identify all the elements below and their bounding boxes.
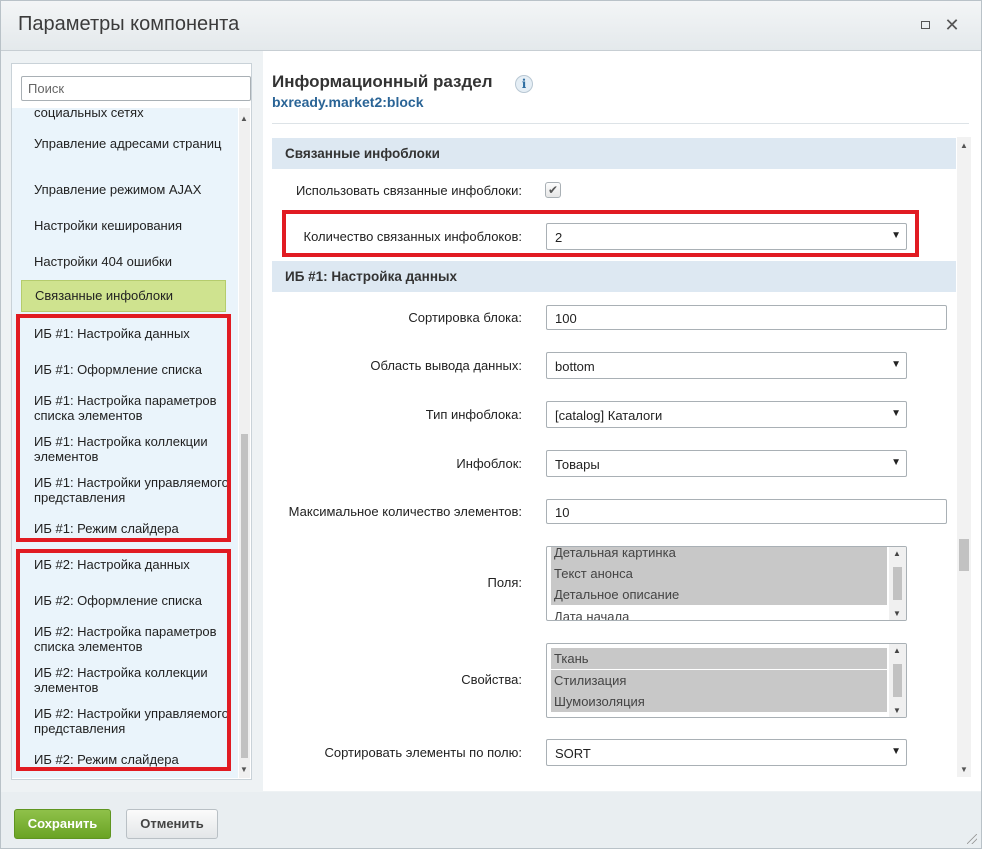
max-count-label: Максимальное количество элементов: [288,504,522,519]
linked-count-select[interactable]: 2 ▼ [546,223,907,250]
fields-option[interactable]: Текст анонса [551,563,887,584]
scroll-down-icon[interactable]: ▼ [893,609,901,618]
section-ib1-data: ИБ #1: Настройка данных [272,261,956,292]
sidebar-item-ib1-list-params[interactable]: ИБ #1: Настройка параметров списка элеме… [34,393,234,423]
iblock-type-label: Тип инфоблока: [425,407,522,422]
settings-scrollbar[interactable]: ▲ ▼ [957,137,971,777]
search-input[interactable] [21,76,251,101]
sidebar-item-ajax[interactable]: Управление режимом AJAX [34,182,234,197]
iblock-value: Товары [555,457,600,472]
sidebar-item-ib1-collection[interactable]: ИБ #1: Настройка коллекции элементов [34,434,234,464]
scrollbar-thumb[interactable] [893,664,902,697]
sort-by-value: SORT [555,746,591,761]
linked-count-label: Количество связанных инфоблоков: [303,229,523,244]
sidebar-item-404[interactable]: Настройки 404 ошибки [34,254,234,269]
sidebar-item-ib2-managed-view[interactable]: ИБ #2: Настройки управляемого представле… [34,706,234,736]
block-sort-label: Сортировка блока: [408,310,522,325]
dialog-title: Параметры компонента [18,13,240,35]
sidebar-item-ib2-list-design[interactable]: ИБ #2: Оформление списка [34,593,234,608]
settings-panel: Информационный раздел i bxready.market2:… [263,51,981,791]
max-count-input[interactable]: 10 [546,499,947,524]
scrollbar-thumb[interactable] [893,567,902,600]
fields-option[interactable]: Дата начала [551,606,887,620]
fields-multiselect[interactable]: Детальная картинка Текст анонса Детально… [546,546,907,621]
sidebar-nav[interactable]: социальных сетях Управление адресами стр… [12,108,238,778]
fields-option[interactable]: Детальная картинка [551,547,887,563]
sidebar-item-ib1-data[interactable]: ИБ #1: Настройка данных [34,326,234,341]
sort-by-select[interactable]: SORT ▼ [546,739,907,766]
close-icon[interactable]: ✕ [944,16,960,34]
scroll-up-icon[interactable]: ▲ [960,141,968,150]
block-sort-input[interactable]: 100 [546,305,947,330]
scroll-down-icon[interactable]: ▼ [240,765,248,774]
output-area-value: bottom [555,359,595,374]
sidebar-item-ib1-list-design[interactable]: ИБ #1: Оформление списка [34,362,234,377]
scroll-up-icon[interactable]: ▲ [893,549,901,558]
use-linked-checkbox[interactable]: ✔ [545,182,561,198]
dialog-footer: Сохранить Отменить [1,792,981,848]
info-icon[interactable]: i [515,75,533,93]
sidebar-item-url-management[interactable]: Управление адресами страниц [34,136,234,151]
sidebar-item-ib2-slider[interactable]: ИБ #2: Режим слайдера [34,752,234,767]
props-scrollbar[interactable]: ▲ ▼ [889,644,906,717]
chevron-down-icon: ▼ [891,408,901,419]
sidebar-item-partial[interactable]: социальных сетях [34,108,234,120]
scroll-down-icon[interactable]: ▼ [893,706,901,715]
iblock-type-value: [catalog] Каталоги [555,408,663,423]
props-option[interactable]: Стилизация [551,670,887,691]
use-linked-label: Использовать связанные инфоблоки: [295,183,522,198]
sidebar-item-ib1-slider[interactable]: ИБ #1: Режим слайдера [34,521,234,536]
chevron-down-icon: ▼ [891,359,901,370]
linked-count-value: 2 [555,230,563,245]
fields-option[interactable]: Детальное описание [551,584,887,605]
cancel-button[interactable]: Отменить [126,809,218,839]
props-multiselect[interactable]: Ткань Стилизация Шумоизоляция ▲ ▼ [546,643,907,718]
iblock-label: Инфоблок: [456,456,522,471]
sidebar-item-ib2-collection[interactable]: ИБ #2: Настройка коллекции элементов [34,665,234,695]
component-title: Информационный раздел [272,72,493,91]
chevron-down-icon: ▼ [891,746,901,757]
sort-by-label: Сортировать элементы по полю: [324,745,522,760]
sidebar: социальных сетях Управление адресами стр… [11,63,252,780]
fields-scrollbar[interactable]: ▲ ▼ [889,547,906,620]
maximize-icon[interactable] [917,17,933,33]
sidebar-item-ib2-data[interactable]: ИБ #2: Настройка данных [34,557,234,572]
scrollbar-thumb[interactable] [241,434,248,758]
divider [272,123,969,124]
sidebar-item-ib1-managed-view[interactable]: ИБ #1: Настройки управляемого представле… [34,475,234,505]
scrollbar-thumb[interactable] [959,539,969,571]
iblock-select[interactable]: Товары ▼ [546,450,907,477]
output-area-label: Область вывода данных: [370,358,522,373]
component-params-dialog: Параметры компонента ✕ социальных сетях … [0,0,982,849]
iblock-type-select[interactable]: [catalog] Каталоги ▼ [546,401,907,428]
fields-list-label: Поля: [487,575,522,590]
component-code: bxready.market2:block [272,94,424,110]
section-linked-iblocks: Связанные инфоблоки [272,138,956,169]
props-option[interactable]: Ткань [551,648,887,669]
scroll-down-icon[interactable]: ▼ [960,765,968,774]
save-button[interactable]: Сохранить [14,809,111,839]
sidebar-scrollbar[interactable]: ▲ ▼ [239,108,250,778]
checkmark-icon: ✔ [547,183,559,197]
props-option[interactable]: Шумоизоляция [551,691,887,712]
resize-grip-icon[interactable] [967,834,977,844]
scroll-up-icon[interactable]: ▲ [893,646,901,655]
sidebar-item-linked-iblocks[interactable]: Связанные инфоблоки [21,280,226,312]
sidebar-item-ib2-list-params[interactable]: ИБ #2: Настройка параметров списка элеме… [34,624,234,654]
chevron-down-icon: ▼ [891,230,901,241]
scroll-up-icon[interactable]: ▲ [240,114,248,123]
output-area-select[interactable]: bottom ▼ [546,352,907,379]
sidebar-item-cache[interactable]: Настройки кеширования [34,218,234,233]
chevron-down-icon: ▼ [891,457,901,468]
dialog-titlebar: Параметры компонента ✕ [1,1,981,51]
props-list-label: Свойства: [461,672,522,687]
